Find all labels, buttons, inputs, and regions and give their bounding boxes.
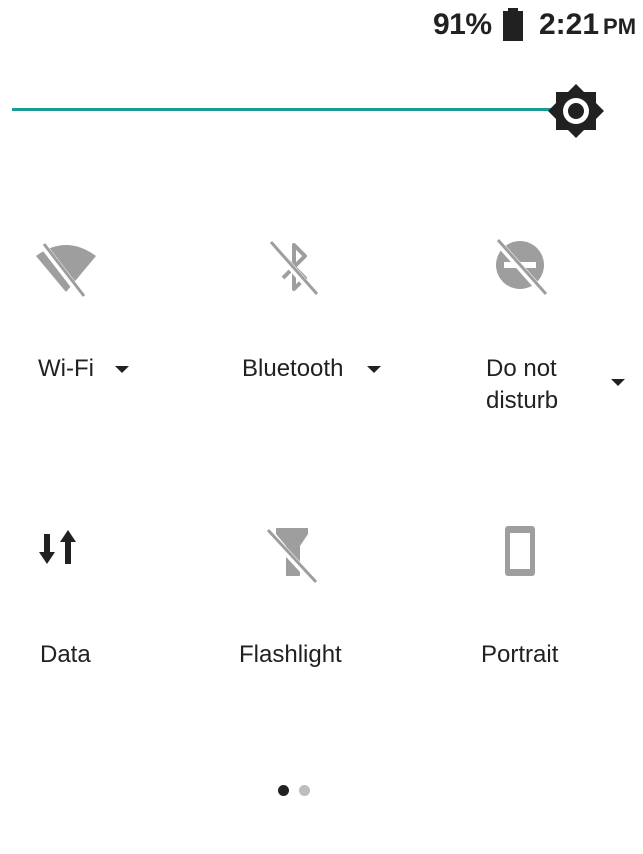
brightness-slider[interactable]	[0, 84, 643, 140]
brightness-track[interactable]	[12, 108, 577, 111]
tile-label-dnd-line1: Do not	[486, 355, 557, 382]
portrait-icon[interactable]	[496, 524, 560, 588]
tile-label-bluetooth: Bluetooth	[242, 355, 344, 382]
battery-icon	[503, 8, 523, 41]
status-bar: 91% 2:21 PM	[0, 0, 643, 50]
battery-percent: 91%	[433, 8, 492, 41]
do-not-disturb-off-icon[interactable]	[490, 238, 554, 302]
wifi-dropdown-icon[interactable]	[115, 366, 129, 373]
bluetooth-dropdown-icon[interactable]	[367, 366, 381, 373]
flashlight-off-icon[interactable]	[264, 524, 328, 588]
page-dot-inactive[interactable]	[299, 785, 310, 796]
clock-ampm: PM	[603, 14, 637, 39]
bluetooth-off-icon[interactable]	[263, 238, 327, 302]
clock: 2:21 PM	[539, 8, 636, 42]
tile-label-portrait: Portrait	[481, 641, 559, 668]
page-dot-active[interactable]	[278, 785, 289, 796]
wifi-off-icon[interactable]	[34, 238, 98, 302]
tile-label-dnd-line2: disturb	[486, 387, 559, 414]
tile-label-wifi: Wi-Fi	[38, 355, 94, 382]
tile-label-data: Data	[40, 641, 91, 668]
data-arrows-icon[interactable]	[38, 530, 102, 594]
dnd-dropdown-icon[interactable]	[611, 379, 625, 386]
tile-label-flashlight: Flashlight	[239, 641, 342, 668]
brightness-icon[interactable]	[548, 84, 604, 138]
quick-settings-panel: 91% 2:21 PM Wi-Fi Bluetooth Do not distu…	[0, 0, 643, 854]
clock-time: 2:21	[539, 8, 600, 41]
